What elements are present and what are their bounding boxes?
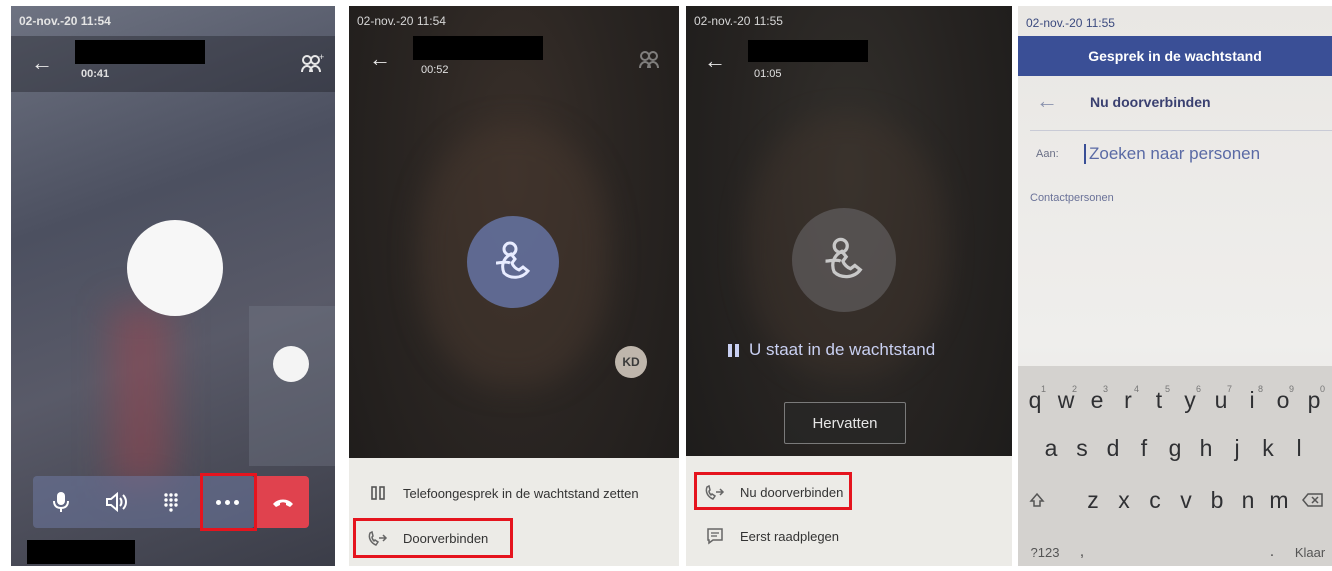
key-x[interactable]: x (1109, 480, 1139, 520)
menu-item-hold[interactable]: Telefoongesprek in de wachtstand zetten (367, 483, 639, 503)
back-arrow-icon[interactable]: ← (704, 50, 726, 72)
speaker-icon (106, 492, 127, 512)
key-k[interactable]: k (1253, 428, 1283, 468)
participants-icon[interactable] (637, 48, 663, 77)
key-c[interactable]: c (1140, 480, 1170, 520)
screen-on-hold: 02-nov.-20 11:55 ← 01:05 U staat in de w… (686, 6, 1012, 566)
key-w[interactable]: w2 (1051, 380, 1081, 420)
participant-avatar: KD (615, 346, 647, 378)
status-time: 02-nov.-20 11:54 (357, 14, 446, 28)
key-l[interactable]: l (1284, 428, 1314, 468)
pause-icon (367, 483, 389, 503)
key-y[interactable]: y6 (1175, 380, 1205, 420)
self-avatar (273, 346, 309, 382)
mute-button[interactable] (39, 476, 83, 528)
caller-avatar (467, 216, 559, 308)
call-timer: 00:41 (81, 68, 110, 80)
screen-more-menu: 02-nov.-20 11:54 ← 00:52 KD Telefoongesp… (349, 6, 679, 566)
key-o[interactable]: o9 (1268, 380, 1298, 420)
backspace-key[interactable] (1298, 480, 1328, 520)
space-key[interactable] (1096, 532, 1256, 566)
section-header: Nu doorverbinden (1090, 94, 1211, 110)
key-d[interactable]: d (1098, 428, 1128, 468)
redacted-contact-name (413, 36, 543, 60)
key-z[interactable]: z (1078, 480, 1108, 520)
key-u[interactable]: u7 (1206, 380, 1236, 420)
key-h[interactable]: h (1191, 428, 1221, 468)
page-title: Gesprek in de wachtstand (1018, 36, 1332, 76)
key-b[interactable]: b (1202, 480, 1232, 520)
contacts-section-label: Contactpersonen (1030, 192, 1114, 204)
hang-up-icon (273, 499, 293, 507)
highlight-transfer (353, 518, 513, 558)
hold-status-text: U staat in de wachtstand (749, 340, 936, 359)
resume-button[interactable]: Hervatten (784, 402, 906, 444)
menu-item-consult[interactable]: Eerst raadplegen (704, 526, 839, 546)
redacted-label (27, 540, 135, 564)
speaker-button[interactable] (95, 476, 139, 528)
key-p[interactable]: p0 (1299, 380, 1329, 420)
pause-icon (728, 343, 739, 357)
dialpad-icon (164, 493, 178, 512)
microphone-icon (53, 492, 69, 512)
caller-avatar (127, 220, 223, 316)
call-timer: 00:52 (421, 64, 449, 76)
back-arrow-icon[interactable]: ← (31, 52, 53, 74)
to-label: Aan: (1036, 148, 1059, 160)
key-t[interactable]: t5 (1144, 380, 1174, 420)
hold-status: U staat in de wachtstand (728, 340, 935, 360)
screen-transfer-search: 02-nov.-20 11:55 Gesprek in de wachtstan… (1018, 6, 1332, 566)
shift-key[interactable] (1022, 480, 1052, 520)
status-time: 02-nov.-20 11:55 (1026, 16, 1115, 30)
done-key[interactable]: Klaar (1288, 532, 1332, 566)
comma-key[interactable]: , (1072, 532, 1092, 566)
caller-avatar (792, 208, 896, 312)
divider (1030, 130, 1332, 131)
svg-text:+: + (319, 52, 324, 62)
menu-item-label: Eerst raadplegen (740, 528, 840, 544)
back-arrow-icon[interactable]: ← (1036, 88, 1058, 114)
key-r[interactable]: r4 (1113, 380, 1143, 420)
hang-up-button[interactable] (257, 476, 309, 528)
numeric-key[interactable]: ?123 (1022, 532, 1068, 566)
call-person-icon (495, 241, 531, 279)
back-arrow-icon[interactable]: ← (369, 48, 391, 70)
call-timer: 01:05 (754, 68, 782, 80)
key-j[interactable]: j (1222, 428, 1252, 468)
key-v[interactable]: v (1171, 480, 1201, 520)
on-screen-keyboard: q1 w2 e3 r4 t5 y6 u7 i8 o9 p0 a s d f g … (1018, 366, 1332, 566)
consult-icon (704, 526, 726, 546)
shift-icon (1029, 492, 1045, 507)
search-input[interactable] (1084, 144, 1329, 164)
key-g[interactable]: g (1160, 428, 1190, 468)
redacted-contact-name (75, 40, 205, 64)
backspace-icon (1302, 493, 1323, 507)
screen-active-call: 02-nov.-20 11:54 ← 00:41 + (11, 6, 335, 566)
status-time: 02-nov.-20 11:54 (19, 14, 111, 28)
highlight-transfer-now (694, 472, 852, 510)
period-key[interactable]: . (1262, 532, 1282, 566)
key-m[interactable]: m (1264, 480, 1294, 520)
call-person-icon (825, 237, 863, 279)
redacted-contact-name (748, 40, 868, 62)
key-e[interactable]: e3 (1082, 380, 1112, 420)
status-time: 02-nov.-20 11:55 (694, 14, 783, 28)
key-a[interactable]: a (1036, 428, 1066, 468)
key-i[interactable]: i8 (1237, 380, 1267, 420)
participants-icon[interactable]: + (299, 52, 325, 81)
key-f[interactable]: f (1129, 428, 1159, 468)
menu-item-label: Telefoongesprek in de wachtstand zetten (403, 485, 639, 501)
key-q[interactable]: q1 (1020, 380, 1050, 420)
background-blur (111, 306, 171, 486)
key-n[interactable]: n (1233, 480, 1263, 520)
self-view (249, 306, 335, 466)
dialpad-button[interactable] (149, 476, 193, 528)
key-s[interactable]: s (1067, 428, 1097, 468)
highlight-more-options (200, 473, 257, 531)
